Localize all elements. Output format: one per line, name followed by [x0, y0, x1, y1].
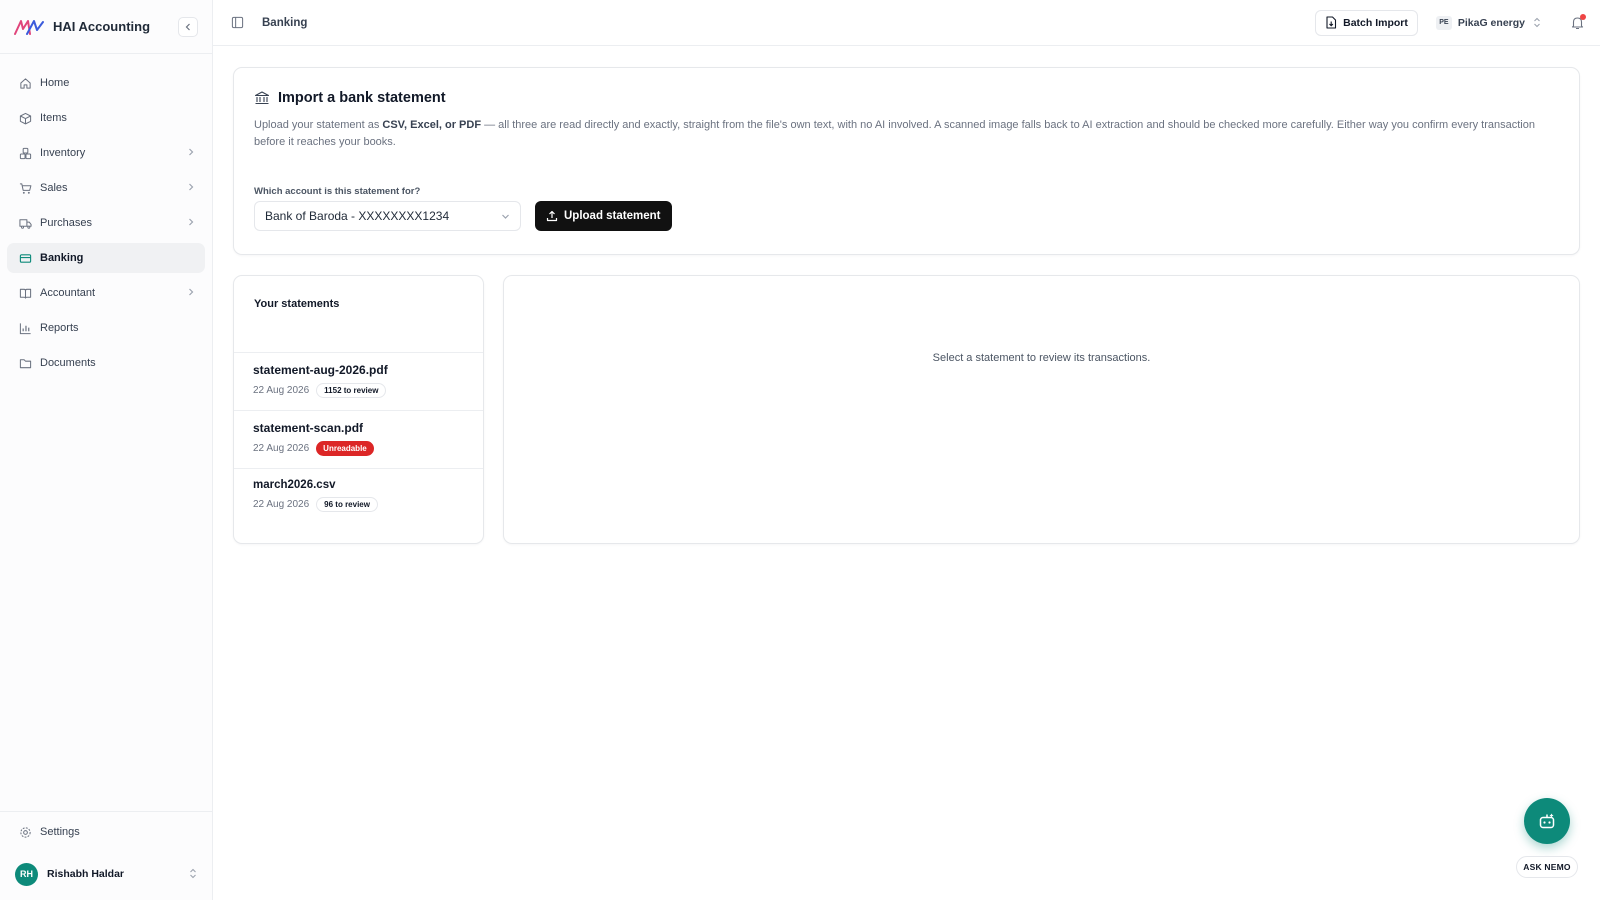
sidebar-item-documents[interactable]: Documents: [7, 348, 205, 378]
org-switcher[interactable]: PE PikaG energy: [1435, 15, 1541, 30]
chevron-up-down-icon: [1533, 17, 1541, 29]
sidebar-item-label: Documents: [40, 357, 96, 369]
sidebar-footer: Settings RH Rishabh Haldar: [0, 811, 212, 900]
app-name: HAI Accounting: [53, 19, 151, 34]
sidebar-item-accountant[interactable]: Accountant: [7, 278, 205, 308]
empty-state-text: Select a statement to review its transac…: [932, 352, 1151, 364]
statements-card: Your statements statement-aug-2026.pdf 2…: [233, 275, 484, 544]
file-import-icon: [1325, 16, 1337, 29]
ask-nemo-button[interactable]: [1524, 798, 1570, 844]
chevron-right-icon: [187, 183, 195, 194]
sidebar-item-label: Banking: [40, 252, 84, 264]
brand: HAI Accounting: [0, 0, 212, 54]
sidebar-item-label: Home: [40, 77, 70, 89]
import-desc-intro: Upload your statement as: [254, 119, 383, 131]
chevron-right-icon: [187, 288, 195, 299]
account-row: Bank of Baroda - XXXXXXXX1234 Upload sta…: [254, 201, 1559, 231]
sidebar-item-label: Purchases: [40, 217, 92, 229]
import-statement-card: Import a bank statement Upload your stat…: [233, 67, 1580, 255]
statements-title: Your statements: [254, 298, 340, 310]
sidebar-item-home[interactable]: Home: [7, 68, 205, 98]
boxes-icon: [17, 145, 33, 161]
statement-meta: 22 Aug 2026 96 to review: [253, 497, 464, 512]
user-menu[interactable]: RH Rishabh Haldar: [0, 852, 212, 896]
account-field-label: Which account is this statement for?: [254, 186, 421, 197]
sidebar-item-label: Inventory: [40, 147, 86, 159]
batch-import-button[interactable]: Batch Import: [1315, 9, 1418, 36]
gear-icon: [17, 824, 33, 840]
settings-label: Settings: [40, 826, 80, 838]
sidebar-item-inventory[interactable]: Inventory: [7, 138, 205, 168]
notifications-button[interactable]: [1571, 13, 1586, 30]
user-name: Rishabh Haldar: [47, 868, 125, 880]
account-select-value: Bank of Baroda - XXXXXXXX1234: [265, 209, 450, 223]
statement-item[interactable]: statement-aug-2026.pdf 22 Aug 2026 1152 …: [234, 352, 483, 410]
chevron-down-icon: [501, 212, 510, 221]
book-icon: [17, 285, 33, 301]
panel-toggle-icon[interactable]: [229, 15, 245, 31]
status-badge: 1152 to review: [316, 383, 387, 398]
sidebar-item-banking[interactable]: Banking: [7, 243, 205, 273]
sidebar-item-settings[interactable]: Settings: [0, 812, 212, 852]
statement-name: march2026.csv: [253, 479, 336, 491]
home-icon: [17, 75, 33, 91]
account-select[interactable]: Bank of Baroda - XXXXXXXX1234: [254, 201, 521, 231]
avatar: RH: [15, 862, 38, 886]
bar-chart-icon: [17, 320, 33, 336]
statement-date: 22 Aug 2026: [253, 443, 310, 454]
statement-meta: 22 Aug 2026 1152 to review: [253, 383, 464, 398]
sidebar-item-sales[interactable]: Sales: [7, 173, 205, 203]
statement-name: statement-scan.pdf: [253, 421, 364, 435]
bank-icon: [254, 90, 270, 106]
statement-date: 22 Aug 2026: [253, 385, 310, 396]
import-title: Import a bank statement: [254, 90, 1559, 106]
chevron-right-icon: [187, 218, 195, 229]
sidebar-item-label: Items: [40, 112, 67, 124]
top-bar-actions: Batch Import PE PikaG energy: [1315, 9, 1586, 36]
batch-import-label: Batch Import: [1343, 16, 1408, 29]
chevron-left-icon: [185, 23, 190, 30]
top-bar: Banking Batch Import PE PikaG energy: [213, 0, 1600, 46]
import-desc-formats: CSV, Excel, or PDF: [382, 119, 482, 131]
cart-icon: [17, 180, 33, 196]
breadcrumb: Banking: [262, 16, 308, 29]
statement-item[interactable]: march2026.csv 22 Aug 2026 96 to review: [234, 468, 483, 526]
box-icon: [17, 110, 33, 126]
truck-icon: [17, 215, 33, 231]
org-badge: PE: [1435, 15, 1452, 30]
sidebar-nav: Home Items Inventory Sales Purchases Ban…: [0, 54, 212, 378]
chevron-right-icon: [187, 148, 195, 159]
statement-item[interactable]: statement-scan.pdf 22 Aug 2026 Unreadabl…: [234, 410, 483, 468]
card-icon: [17, 250, 33, 266]
upload-statement-button[interactable]: Upload statement: [535, 201, 672, 231]
status-badge: Unreadable: [316, 441, 374, 456]
sidebar-item-purchases[interactable]: Purchases: [7, 208, 205, 238]
statement-name: statement-aug-2026.pdf: [253, 363, 388, 377]
bot-icon: [1539, 813, 1555, 829]
org-name: PikaG energy: [1457, 16, 1525, 29]
sidebar-item-label: Reports: [40, 322, 79, 334]
logo-icon[interactable]: [14, 18, 44, 36]
sidebar-item-reports[interactable]: Reports: [7, 313, 205, 343]
status-badge: 96 to review: [316, 497, 378, 512]
notification-dot: [1580, 13, 1586, 20]
transactions-review-panel: Select a statement to review its transac…: [503, 275, 1580, 544]
sidebar: HAI Accounting Home Items Inventory Sale…: [0, 0, 213, 900]
statement-date: 22 Aug 2026: [253, 499, 310, 510]
folder-icon: [17, 355, 33, 371]
import-description: Upload your statement as CSV, Excel, or …: [254, 117, 1544, 150]
chevron-up-down-icon: [189, 868, 197, 880]
upload-statement-label: Upload statement: [564, 210, 661, 222]
sidebar-item-label: Accountant: [40, 287, 96, 299]
ask-nemo-label[interactable]: ASK NEMO: [1516, 856, 1578, 878]
sidebar-item-label: Sales: [40, 182, 68, 194]
statement-meta: 22 Aug 2026 Unreadable: [253, 441, 464, 456]
upload-icon: [546, 210, 558, 222]
import-title-text: Import a bank statement: [278, 90, 446, 106]
collapse-sidebar-button[interactable]: [178, 16, 198, 37]
sidebar-item-items[interactable]: Items: [7, 103, 205, 133]
